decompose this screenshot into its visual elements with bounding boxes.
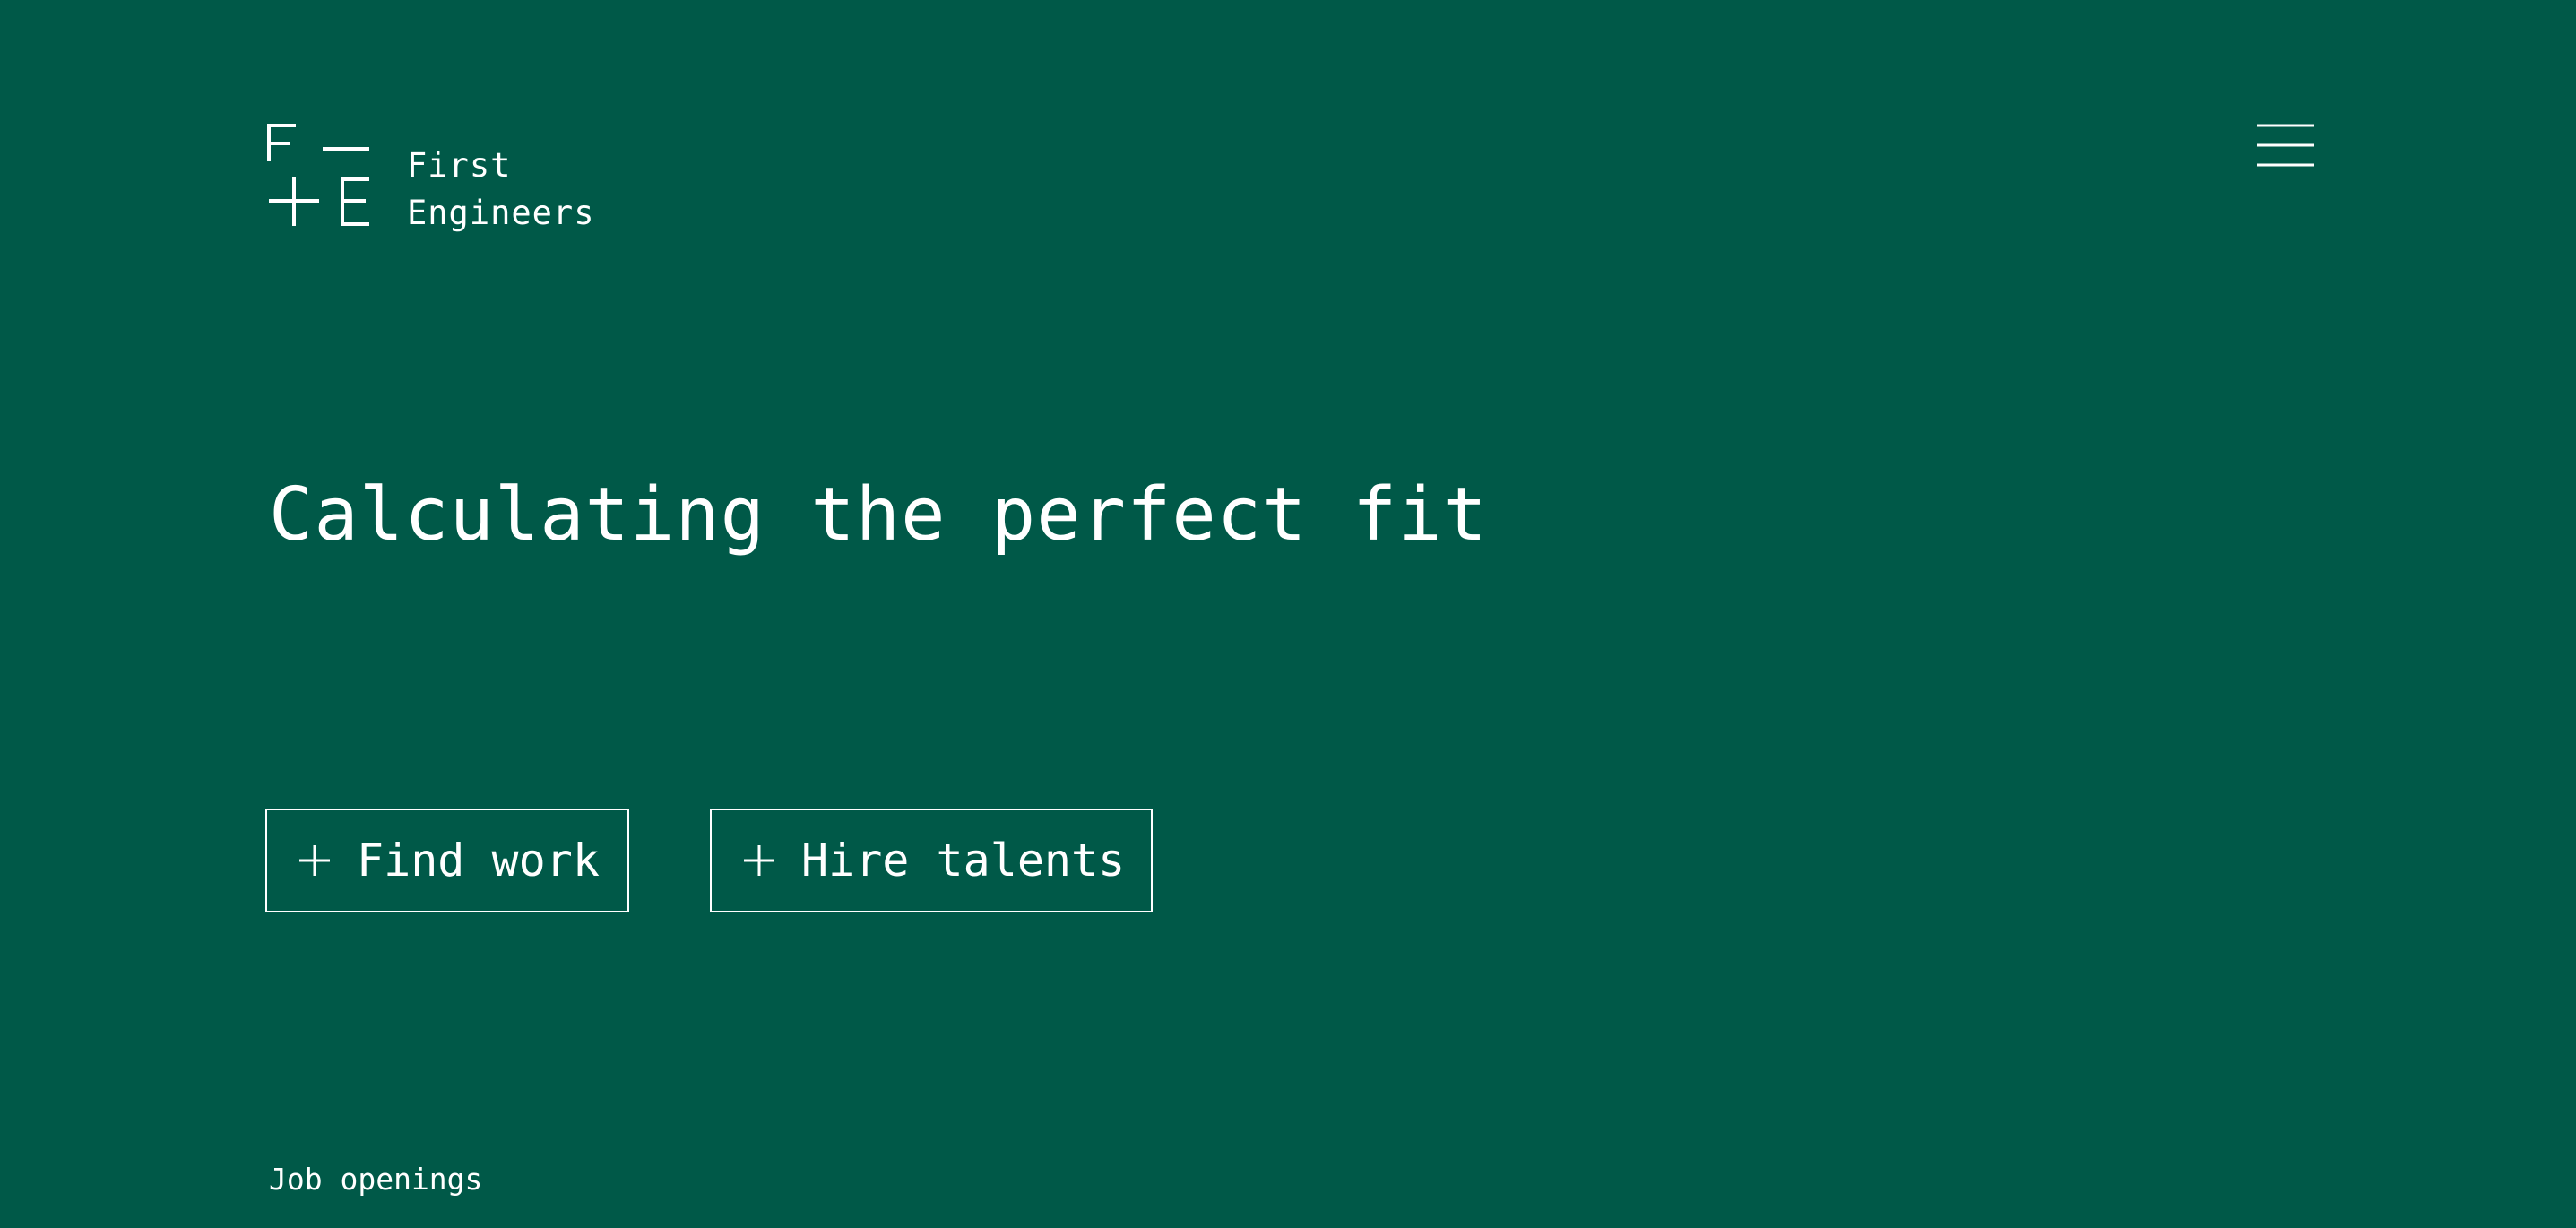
logo-link[interactable]: First Engineers [267,124,594,237]
menu-button[interactable] [2257,122,2314,169]
logo-text-line1: First [407,146,512,185]
job-openings-link[interactable]: Job openings [269,1162,482,1198]
plus-icon [744,845,774,876]
logo-text: First Engineers [407,142,594,237]
hero-headline: Calculating the perfect fit [269,472,1488,558]
plus-icon [299,845,330,876]
hire-talents-label: Hire talents [801,835,1126,886]
logo-mark-icon [267,124,369,226]
logo-text-line2: Engineers [407,194,595,232]
find-work-button[interactable]: Find work [265,809,629,912]
find-work-label: Find work [357,835,600,886]
hamburger-menu-icon [2257,124,2314,167]
hire-talents-button[interactable]: Hire talents [710,809,1153,912]
